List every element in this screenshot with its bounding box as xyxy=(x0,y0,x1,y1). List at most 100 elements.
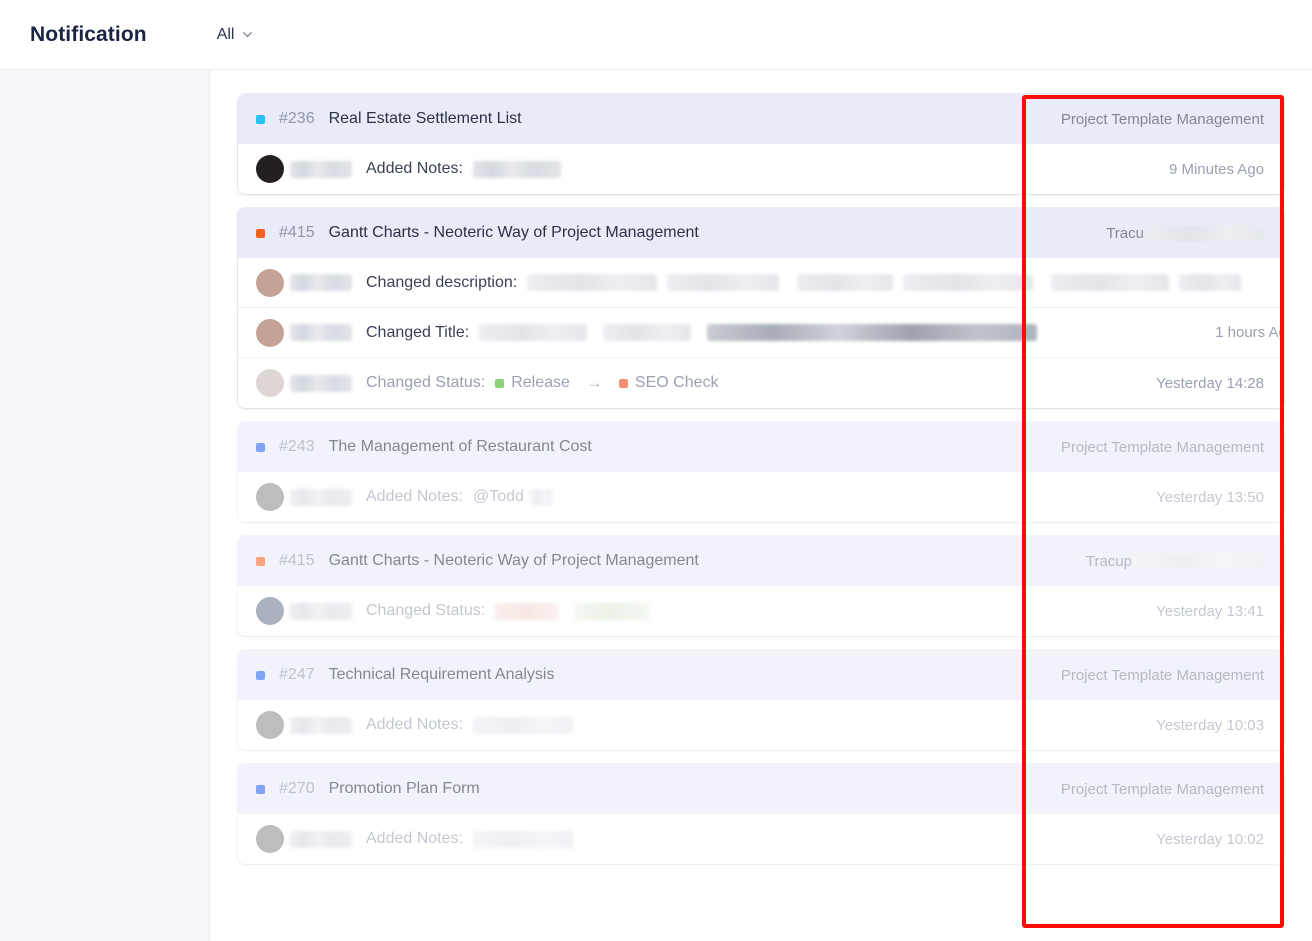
chevron-down-icon xyxy=(241,28,254,41)
notification-card-header[interactable]: #270 Promotion Plan Form Project Template … xyxy=(238,764,1284,814)
redacted-text xyxy=(290,375,352,392)
page-title: Notification xyxy=(30,23,147,47)
notification-activity-row[interactable]: Added Notes:Yesterday 10:03 xyxy=(238,700,1284,750)
task-id: #270 xyxy=(279,780,315,798)
activity-timestamp: 1 hours Ago xyxy=(1053,324,1284,341)
activity-timestamp: 1 hours Ago xyxy=(1259,274,1284,291)
status-from-label: Release xyxy=(511,374,570,392)
notification-content: #236 Real Estate Settlement List Project T… xyxy=(210,70,1312,941)
notification-activity-row[interactable]: Added Notes: 9 Minutes Ago xyxy=(238,144,1284,194)
project-name-text: Tracup xyxy=(1086,553,1132,570)
redacted-text xyxy=(797,274,893,291)
redacted-text xyxy=(473,717,573,734)
project-name-text: Project Template Management xyxy=(1061,439,1264,456)
avatar xyxy=(256,369,284,397)
left-sidebar xyxy=(0,70,210,941)
redacted-text xyxy=(1051,274,1169,291)
project-name: Tracu xyxy=(1022,225,1284,242)
avatar xyxy=(256,597,284,625)
activity-action-label: Changed Status: xyxy=(366,602,485,620)
avatar xyxy=(256,825,284,853)
notification-card[interactable]: #415 Gantt Charts - Neoteric Way of Proje… xyxy=(238,536,1284,636)
activity-timestamp: Yesterday 13:50 xyxy=(1022,489,1284,506)
task-id: #236 xyxy=(279,110,315,128)
task-title: Technical Requirement Analysis xyxy=(329,666,555,684)
status-from-dot-icon xyxy=(495,379,504,388)
redacted-text xyxy=(473,161,561,178)
activity-timestamp: Yesterday 13:41 xyxy=(1022,603,1284,620)
status-dot-icon xyxy=(256,671,265,680)
activity-timestamp: Yesterday 10:02 xyxy=(1022,831,1284,848)
activity-timestamp: Yesterday 14:28 xyxy=(1022,375,1284,392)
redacted-text xyxy=(527,274,657,291)
notification-activity-row[interactable]: Added Notes: @Todd Yesterday 13:50 xyxy=(238,472,1284,522)
status-dot-icon xyxy=(256,557,265,566)
redacted-text xyxy=(667,274,779,291)
filter-label: All xyxy=(217,26,235,44)
redacted-text xyxy=(1179,274,1241,291)
avatar xyxy=(256,155,284,183)
project-name: Tracup xyxy=(1022,553,1284,570)
status-to-label: SEO Check xyxy=(635,374,719,392)
task-id: #415 xyxy=(279,224,315,242)
redacted-text xyxy=(479,324,587,341)
notification-card[interactable]: #270 Promotion Plan Form Project Template … xyxy=(238,764,1284,864)
redacted-text xyxy=(603,324,691,341)
task-title: Promotion Plan Form xyxy=(329,780,480,798)
project-name-text: Project Template Management xyxy=(1061,111,1264,128)
mention-label: @Todd xyxy=(473,488,524,506)
task-id: #247 xyxy=(279,666,315,684)
top-bar: Notification All xyxy=(0,0,1312,70)
project-name: Project Template Management xyxy=(1022,781,1284,798)
avatar xyxy=(256,319,284,347)
status-dot-icon xyxy=(256,443,265,452)
task-title: Gantt Charts - Neoteric Way of Project M… xyxy=(329,552,699,570)
notification-activity-row[interactable]: Changed Status:Release→SEO CheckYesterda… xyxy=(238,358,1284,408)
avatar xyxy=(256,269,284,297)
notification-card[interactable]: #415Gantt Charts - Neoteric Way of Proje… xyxy=(238,208,1284,408)
project-name: Project Template Management xyxy=(1022,439,1284,456)
redacted-text xyxy=(290,161,352,178)
redacted-text xyxy=(1144,225,1264,242)
status-to-dot-icon xyxy=(619,379,628,388)
notification-card-header[interactable]: #243The Management of Restaurant CostPro… xyxy=(238,422,1284,472)
project-name: Project Template Management xyxy=(1022,667,1284,684)
notification-card-header[interactable]: #247 Technical Requirement Analysis Projec… xyxy=(238,650,1284,700)
redacted-text xyxy=(1132,553,1264,570)
notification-activity-row[interactable]: Changed Title:1 hours Ago xyxy=(238,308,1284,358)
redacted-text xyxy=(290,274,352,291)
notification-card[interactable]: #243The Management of Restaurant CostPro… xyxy=(238,422,1284,522)
redacted-text xyxy=(290,324,352,341)
status-dot-icon xyxy=(256,115,265,124)
redacted-text xyxy=(575,603,649,620)
task-id: #415 xyxy=(279,552,315,570)
arrow-right-icon: → xyxy=(586,373,603,393)
notification-filter-dropdown[interactable]: All xyxy=(217,26,255,44)
redacted-text xyxy=(473,831,573,848)
task-title: Real Estate Settlement List xyxy=(329,110,522,128)
redacted-text xyxy=(290,489,352,506)
status-dot-icon xyxy=(256,785,265,794)
project-name: Project Template Management xyxy=(1022,111,1284,128)
activity-action-label: Added Notes: xyxy=(366,160,463,178)
notification-activity-row[interactable]: Changed description:1 hours Ago xyxy=(238,258,1284,308)
redacted-text xyxy=(495,603,559,620)
activity-action-label: Added Notes: xyxy=(366,488,463,506)
notification-list: #236 Real Estate Settlement List Project T… xyxy=(238,94,1284,878)
notification-card-header[interactable]: #236 Real Estate Settlement List Project T… xyxy=(238,94,1284,144)
notification-card[interactable]: #236 Real Estate Settlement List Project T… xyxy=(238,94,1284,194)
notification-activity-row[interactable]: Added Notes: Yesterday 10:02 xyxy=(238,814,1284,864)
notification-card-header[interactable]: #415 Gantt Charts - Neoteric Way of Proje… xyxy=(238,536,1284,586)
notification-activity-row[interactable]: Changed Status: Yesterday 13:41 xyxy=(238,586,1284,636)
activity-timestamp: 9 Minutes Ago xyxy=(1022,161,1284,178)
project-name-text: Tracu xyxy=(1106,225,1144,242)
task-id: #243 xyxy=(279,438,315,456)
notification-card-header[interactable]: #415Gantt Charts - Neoteric Way of Proje… xyxy=(238,208,1284,258)
avatar xyxy=(256,711,284,739)
activity-timestamp: Yesterday 10:03 xyxy=(1022,717,1284,734)
avatar xyxy=(256,483,284,511)
redacted-text xyxy=(530,489,552,506)
activity-action-label: Added Notes: xyxy=(366,830,463,848)
notification-card[interactable]: #247 Technical Requirement Analysis Projec… xyxy=(238,650,1284,750)
project-name-text: Project Template Management xyxy=(1061,667,1264,684)
